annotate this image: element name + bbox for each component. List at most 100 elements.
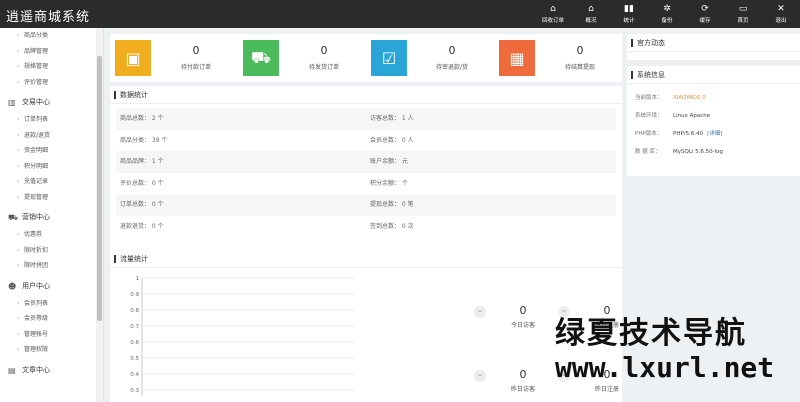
nav-item-label: 统计: [623, 18, 635, 24]
data-row: 商品分类： 39 个 会员总数： 0 人: [116, 130, 616, 152]
sidebar-item[interactable]: 评价管理: [0, 75, 103, 91]
sidebar-item[interactable]: 会员列表: [0, 296, 103, 312]
sidebar-group[interactable]: ☻ 用户中心: [0, 277, 103, 296]
data-cell: 退款退货： 0 个: [120, 222, 164, 230]
sidebar-group[interactable]: ▥ 交易中心: [0, 93, 103, 112]
app-title: 逍遥商城系统: [6, 10, 91, 25]
system-info-row: PHP版本： PHP/5.6.40 [详细]: [627, 125, 800, 143]
traffic-dot-icon: =: [474, 306, 486, 318]
stat-cards: ▣ 0 待付款订单 ⛟ 0 待发货订单 ☑ 0 待审退款/货 ▦ 0 待结算提现: [110, 34, 622, 82]
y-tick-label: 0.8: [130, 308, 139, 314]
watermark-title: 绿夏技术导航: [555, 316, 747, 351]
y-tick-label: 0.6: [130, 340, 139, 346]
sidebar-item[interactable]: 商品分类: [0, 28, 103, 44]
sidebar-item[interactable]: 限时折扣: [0, 243, 103, 259]
y-tick-label: 1: [136, 276, 140, 282]
nav-item-6[interactable]: ✕ 退出: [762, 0, 800, 28]
document-icon: ▤: [8, 365, 16, 375]
top-nav: ⌂ 回收订单 ⌂ 概况 ▮▮ 统计 ✲ 备份 ⟳ 缓存 ▭ 首页 ✕ 退出: [534, 0, 800, 28]
sidebar-item[interactable]: 品牌管理: [0, 44, 103, 60]
data-row: 退款退货： 0 个 签到总数： 0 次: [116, 216, 616, 238]
scrollbar-thumb[interactable]: [97, 56, 102, 321]
y-tick-label: 0.4: [130, 372, 139, 378]
traffic-panel: 流量统计 1 0.9 0.8 0.7 0.6 0.5 0.4 0.3 = 0 今日访客 = 0 今日注册…: [110, 250, 622, 402]
system-info-value: PHP/5.6.40: [673, 131, 704, 137]
refresh-icon: ⟳: [701, 4, 709, 14]
system-info-row: 当前版本： XIAOYAO1.0: [627, 89, 800, 107]
sidebar-scrollbar[interactable]: [96, 28, 103, 402]
nav-item-3[interactable]: ✲ 备份: [648, 0, 686, 28]
data-cell: 账户余额： 元: [370, 158, 408, 165]
nav-item-label: 首页: [737, 18, 749, 24]
calculator-icon: ▦: [499, 40, 535, 76]
system-info-panel: 系统信息 当前版本： XIAOYAO1.0 系统环境： Linux Apache PHP…: [627, 66, 800, 176]
sidebar-item[interactable]: 优惠券: [0, 227, 103, 243]
nav-item-label: 回收订单: [541, 18, 564, 24]
official-news-panel: 官方动态: [627, 34, 800, 60]
data-cell: 商品总数： 2 个: [120, 115, 164, 122]
system-info-key: 数 据 库：: [635, 149, 661, 155]
chart-icon: ▥: [8, 98, 16, 107]
sidebar-group-label: 交易中心: [22, 98, 50, 106]
data-row: 商品总数： 2 个 访客总数： 1 人: [116, 108, 616, 130]
nav-item-5[interactable]: ▭ 首页: [724, 0, 762, 28]
stat-card[interactable]: ▣ 0 待付款订单: [110, 34, 238, 82]
data-cell: 访客总数： 1 人: [370, 115, 414, 122]
stat-value: 0: [320, 44, 328, 57]
system-info-row: 系统环境： Linux Apache: [627, 107, 800, 125]
nav-item-1[interactable]: ⌂ 概况: [572, 0, 610, 28]
nav-item-0[interactable]: ⌂ 回收订单: [534, 0, 572, 28]
sidebar-group-label: 营销中心: [22, 213, 50, 221]
user-icon: ☻: [8, 281, 17, 291]
top-bar: 逍遥商城系统 ⌂ 回收订单 ⌂ 概况 ▮▮ 统计 ✲ 备份 ⟳ 缓存 ▭ 首页 ✕ 退出: [0, 0, 800, 28]
sidebar-group-label: 文章中心: [22, 365, 50, 374]
traffic-label: 今日访客: [510, 322, 535, 329]
php-detail-link[interactable]: [详细]: [707, 125, 722, 143]
check-box-icon: ☑: [371, 40, 407, 76]
nav-item-2[interactable]: ▮▮ 统计: [610, 0, 648, 28]
home-icon: ⌂: [550, 4, 556, 14]
sidebar-item[interactable]: 管理权限: [0, 342, 103, 358]
nav-item-label: 缓存: [699, 18, 711, 24]
watermark: 绿夏技术导航 www.lxurl.net: [555, 316, 795, 384]
data-stats-panel: 数据统计 商品总数： 2 个 访客总数： 1 人商品分类： 39 个 会员总数： 0…: [110, 86, 622, 270]
data-cell: 商品分类： 39 个: [120, 136, 168, 144]
watermark-url: www.lxurl.net: [555, 351, 775, 384]
data-row: 订单总数： 0 个 提现总数： 0 笔: [116, 194, 616, 216]
stat-value: 0: [192, 44, 200, 57]
sidebar-item[interactable]: 订单列表: [0, 112, 103, 128]
stat-label: 待审退款/货: [435, 64, 469, 71]
data-cell: 积分余额： 个: [370, 179, 408, 187]
y-tick-label: 0.7: [130, 324, 139, 330]
home-icon: ⌂: [588, 4, 594, 14]
sidebar-item[interactable]: 规格管理: [0, 59, 103, 75]
traffic-chart: 1 0.9 0.8 0.7 0.6 0.5 0.4 0.3: [130, 276, 355, 396]
stat-card[interactable]: ▦ 0 待结算提现: [494, 34, 622, 82]
sidebar-item[interactable]: 提现管理: [0, 190, 103, 206]
sidebar-group[interactable]: ▤ 文章中心: [0, 361, 103, 380]
system-info-key: 当前版本：: [635, 95, 663, 101]
traffic-value: 0: [519, 368, 527, 381]
sidebar: 商品分类品牌管理规格管理评价管理 ▥ 交易中心订单列表退款/退货资金明细积分明细充值…: [0, 28, 104, 402]
y-tick-label: 0.9: [130, 292, 139, 298]
stat-card[interactable]: ☑ 0 待审退款/货: [366, 34, 494, 82]
stat-value: 0: [576, 44, 584, 57]
sidebar-item[interactable]: 资金明细: [0, 143, 103, 159]
monitor-icon: ▭: [738, 4, 748, 14]
data-cell: 评价总数： 0 个: [120, 179, 164, 187]
truck-icon: ⛟: [8, 213, 19, 222]
sidebar-item[interactable]: 管理帐号: [0, 327, 103, 343]
sidebar-item[interactable]: 积分明细: [0, 159, 103, 175]
sidebar-item[interactable]: 限时拼团: [0, 258, 103, 274]
close-icon: ✕: [777, 4, 785, 14]
data-cell: 会员总数： 0 人: [370, 136, 414, 144]
main-content: ▣ 0 待付款订单 ⛟ 0 待发货订单 ☑ 0 待审退款/货 ▦ 0 待结算提现 数据统计 商品总数：…: [110, 28, 622, 402]
sidebar-item[interactable]: 会员等级: [0, 311, 103, 327]
nav-item-4[interactable]: ⟳ 缓存: [686, 0, 724, 28]
sidebar-item[interactable]: 退款/退货: [0, 128, 103, 144]
sidebar-item[interactable]: 充值记录: [0, 174, 103, 190]
system-info-list: 当前版本： XIAOYAO1.0 系统环境： Linux Apache PHP版本： PH…: [627, 84, 800, 161]
traffic-title: 流量统计: [110, 250, 622, 268]
sidebar-group[interactable]: ⛟ 营销中心: [0, 208, 103, 227]
stat-card[interactable]: ⛟ 0 待发货订单: [238, 34, 366, 82]
